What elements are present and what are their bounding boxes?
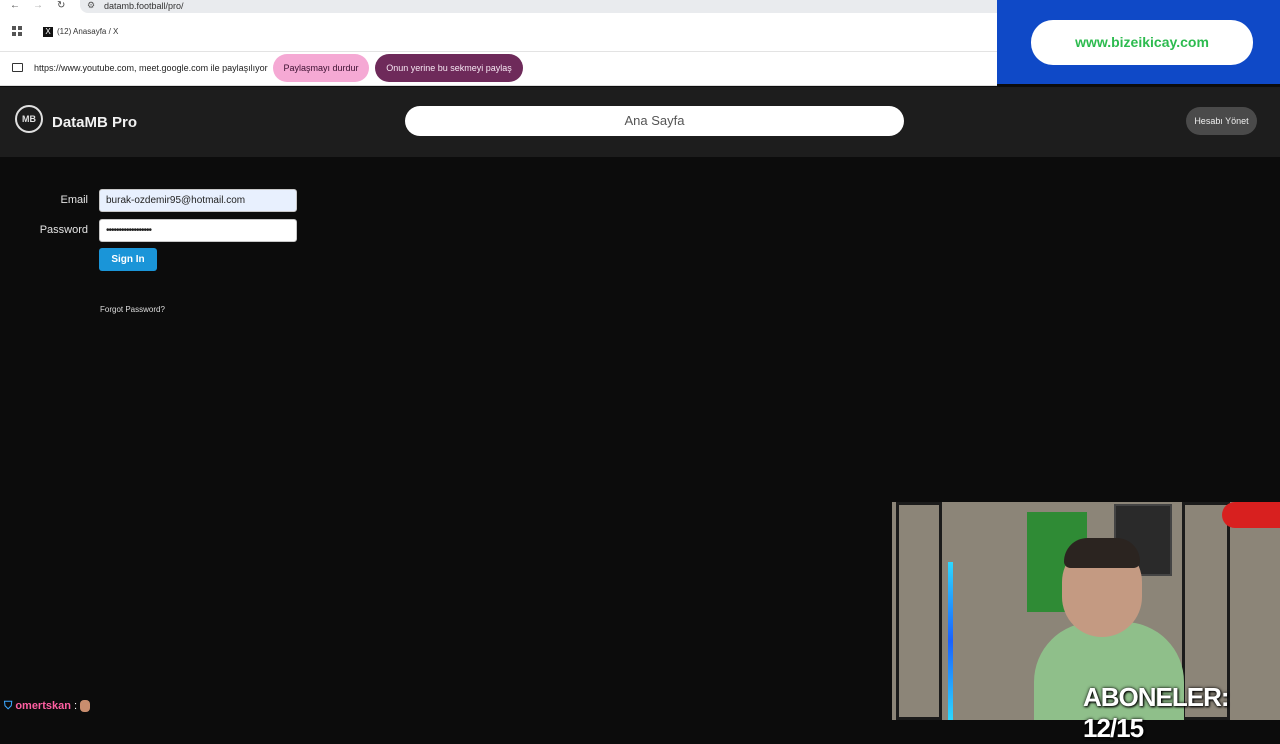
sharing-notice: https://www.youtube.com, meet.google.com… xyxy=(34,63,268,73)
x-logo-icon[interactable]: X xyxy=(43,27,53,37)
reload-icon[interactable]: ↻ xyxy=(57,0,65,12)
password-label: Password xyxy=(39,224,88,236)
site-settings-icon[interactable]: ⚙ xyxy=(87,0,95,11)
address-bar[interactable]: ⚙ datamb.football/pro/ xyxy=(80,0,997,13)
email-label: Email xyxy=(60,194,88,206)
bookmarks-bar: X (12) Anasayfa / X xyxy=(0,14,997,52)
datamb-logo-icon[interactable]: MB xyxy=(15,105,43,133)
screen-share-icon xyxy=(12,63,23,72)
password-field[interactable] xyxy=(99,219,297,242)
home-button[interactable]: Ana Sayfa xyxy=(405,106,904,136)
tab-sharing-bar: https://www.youtube.com, meet.google.com… xyxy=(0,52,997,86)
stop-sharing-button[interactable]: Paylaşmayı durdur xyxy=(273,54,369,82)
chat-message: ⛉ omertskan : xyxy=(4,700,91,713)
back-arrow-icon[interactable]: ← xyxy=(10,0,20,12)
webcam-led-strip xyxy=(948,562,953,720)
subscriber-counter: ABONELER: 12/15 xyxy=(1083,682,1230,743)
app-header: MB DataMB Pro Ana Sayfa Hesabı Yönet xyxy=(0,87,1280,157)
sponsor-url: www.bizeikicay.com xyxy=(1031,20,1253,65)
webcam-person-hair xyxy=(1064,538,1140,568)
forgot-password-link[interactable]: Forgot Password? xyxy=(100,305,165,314)
webcam-red-object xyxy=(1222,502,1280,528)
brand-name[interactable]: DataMB Pro xyxy=(52,114,137,131)
chat-emote-icon xyxy=(80,700,91,713)
sponsor-banner: www.bizeikicay.com xyxy=(997,0,1280,84)
sign-in-button[interactable]: Sign In xyxy=(99,248,157,271)
bookmark-item-x[interactable]: (12) Anasayfa / X xyxy=(57,27,118,36)
email-field[interactable] xyxy=(99,189,297,212)
manage-account-button[interactable]: Hesabı Yönet xyxy=(1186,107,1257,135)
chat-separator: : xyxy=(74,700,78,712)
chat-username: omertskan xyxy=(15,700,71,712)
webcam-shelf-left xyxy=(896,502,942,720)
browser-toolbar: ← → ↻ ⚙ datamb.football/pro/ xyxy=(0,0,997,14)
apps-grid-icon[interactable] xyxy=(12,26,22,36)
address-url[interactable]: datamb.football/pro/ xyxy=(104,1,184,11)
forward-arrow-icon[interactable]: → xyxy=(33,0,43,12)
moderator-badge-icon: ⛉ xyxy=(4,700,13,712)
share-this-tab-button[interactable]: Onun yerine bu sekmeyi paylaş xyxy=(375,54,523,82)
